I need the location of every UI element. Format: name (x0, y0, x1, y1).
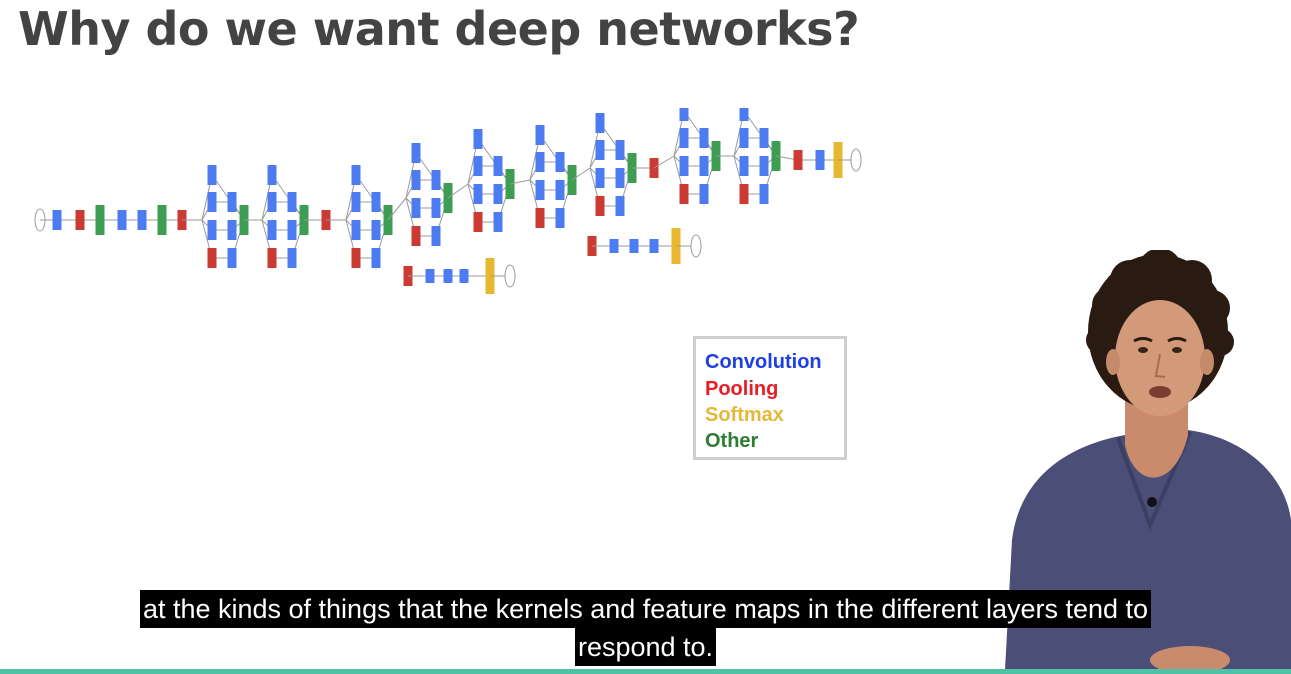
layer-node-70 (699, 156, 709, 176)
layer-node-86 (425, 269, 435, 283)
network-architecture-diagram (34, 108, 862, 294)
layer-node-51 (555, 152, 565, 172)
layer-node-35 (431, 170, 441, 190)
layer-node-80 (759, 184, 769, 204)
layer-node-88 (459, 269, 469, 283)
layer-node-9 (207, 192, 217, 212)
layer-node-53 (555, 180, 565, 200)
io-node (850, 148, 862, 172)
layer-node-2 (75, 210, 85, 230)
layer-node-42 (473, 156, 483, 176)
layer-node-39 (431, 226, 441, 246)
layer-node-54 (535, 208, 545, 228)
layer-node-34 (411, 170, 421, 190)
layer-node-33 (411, 143, 421, 163)
layer-node-77 (739, 156, 749, 176)
layer-node-44 (473, 184, 483, 204)
layer-node-72 (699, 184, 709, 204)
layer-node-71 (679, 184, 689, 204)
layer-node-17 (267, 192, 277, 212)
layer-node-92 (629, 239, 639, 253)
layer-node-31 (371, 248, 381, 268)
layer-node-37 (431, 198, 441, 218)
legend-pooling: Pooling (705, 378, 779, 400)
layer-node-5 (137, 210, 147, 230)
layer-node-30 (351, 248, 361, 268)
layer-node-11 (207, 220, 217, 240)
layer-node-4 (117, 210, 127, 230)
layer-node-27 (371, 192, 381, 212)
layer-node-61 (615, 168, 625, 188)
layer-node-22 (287, 248, 297, 268)
caption-line-2: respond to. (574, 628, 717, 666)
layer-node-76 (759, 128, 769, 148)
legend-other: Other (705, 430, 759, 452)
layer-node-29 (371, 220, 381, 240)
layer-node-68 (699, 128, 709, 148)
layer-node-66 (679, 108, 689, 121)
layer-node-55 (555, 208, 565, 228)
layer-node-6 (157, 205, 167, 235)
video-caption: at the kinds of things that the kernels … (0, 590, 1291, 666)
layer-node-50 (535, 152, 545, 172)
layer-node-91 (609, 239, 619, 253)
layer-node-10 (227, 192, 237, 212)
layer-node-59 (615, 140, 625, 160)
layer-node-63 (615, 196, 625, 216)
layer-node-60 (595, 168, 605, 188)
layer-node-12 (227, 220, 237, 240)
layer-node-82 (793, 150, 803, 170)
layer-node-45 (493, 184, 503, 204)
layer-node-69 (679, 156, 689, 176)
layer-node-62 (595, 196, 605, 216)
layer-node-43 (493, 156, 503, 176)
layer-node-87 (443, 269, 453, 283)
layer-node-74 (739, 108, 749, 121)
legend-softmax: Softmax (705, 404, 784, 426)
layer-node-49 (535, 125, 545, 145)
layer-node-21 (267, 248, 277, 268)
layer-node-19 (267, 220, 277, 240)
layer-node-41 (473, 129, 483, 149)
caption-line-1: at the kinds of things that the kernels … (139, 590, 1152, 628)
layer-node-67 (679, 128, 689, 148)
io-node (504, 264, 516, 288)
layer-node-57 (595, 113, 605, 133)
layer-node-16 (267, 165, 277, 185)
layer-node-83 (815, 150, 825, 170)
layer-node-36 (411, 198, 421, 218)
layer-node-93 (649, 239, 659, 253)
io-node (690, 234, 702, 258)
lapel-mic-icon (1147, 497, 1157, 507)
layer-node-58 (595, 140, 605, 160)
slide-title: Why do we want deep networks? (18, 2, 860, 56)
layer-node-47 (493, 212, 503, 232)
layer-node-8 (207, 165, 217, 185)
layer-node-20 (287, 220, 297, 240)
layer-node-18 (287, 192, 297, 212)
bottom-accent-rule (0, 669, 1291, 674)
layer-node-14 (227, 248, 237, 268)
layer-node-46 (473, 212, 483, 232)
layer-node-52 (535, 180, 545, 200)
layer-node-75 (739, 128, 749, 148)
layer-node-25 (351, 165, 361, 185)
layer-node-26 (351, 192, 361, 212)
layer-node-79 (739, 184, 749, 204)
legend-box: Convolution Pooling Softmax Other (693, 336, 847, 460)
layer-node-38 (411, 226, 421, 246)
layer-node-1 (52, 210, 62, 230)
layer-node-13 (207, 248, 217, 268)
layer-node-28 (351, 220, 361, 240)
layer-node-78 (759, 156, 769, 176)
layer-node-3 (95, 205, 105, 235)
legend-convolution: Convolution (705, 351, 822, 373)
